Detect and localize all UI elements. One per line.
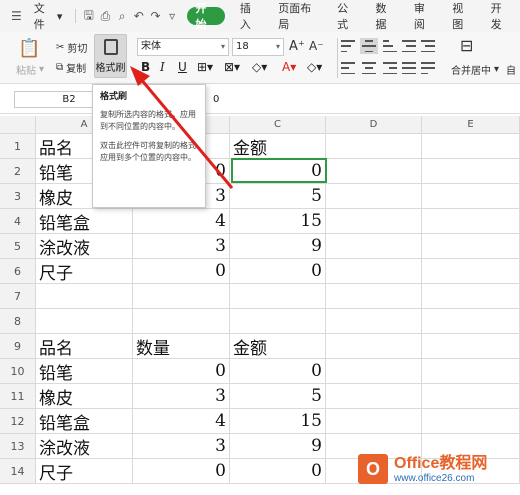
annotation-arrow bbox=[130, 66, 234, 189]
watermark-url: www.office26.com bbox=[394, 472, 475, 484]
watermark-brand: Office教程网 bbox=[394, 454, 488, 472]
watermark: O Office教程网 www.office26.com bbox=[358, 446, 516, 492]
arrow-shaft bbox=[138, 77, 234, 189]
watermark-text: Office教程网 www.office26.com bbox=[394, 455, 487, 484]
arrow-head bbox=[130, 66, 150, 86]
office-logo-icon: O bbox=[358, 454, 388, 484]
